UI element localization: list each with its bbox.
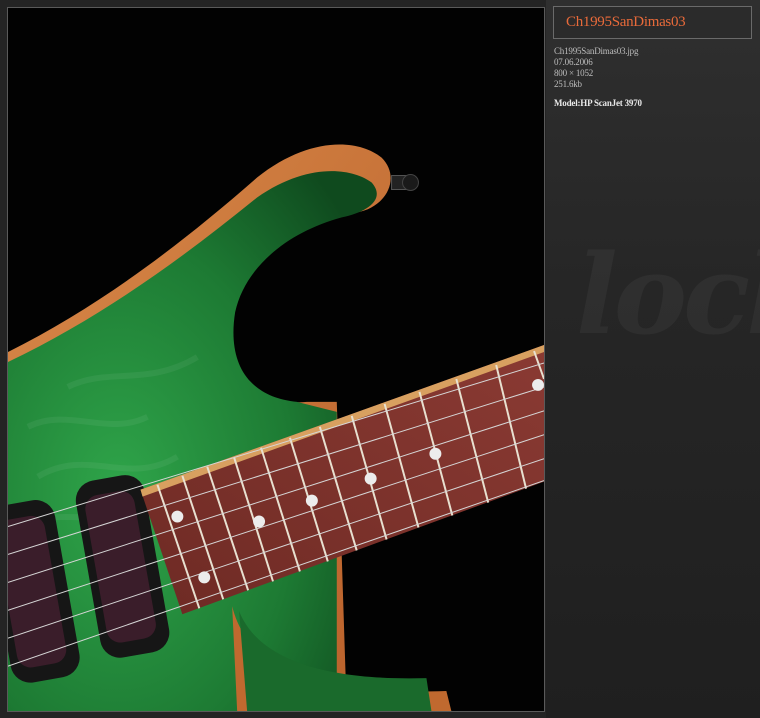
photo-frame[interactable] xyxy=(7,7,545,712)
info-sidebar: lock Ch1995SanDimas03 Ch1995SanDimas03.j… xyxy=(546,0,760,718)
file-size: 251.6kb xyxy=(554,79,582,89)
watermark-logo: lock xyxy=(576,230,760,359)
camera-model: Model:HP ScanJet 3970 xyxy=(554,98,642,108)
image-title: Ch1995SanDimas03 xyxy=(566,14,686,30)
file-date: 07.06.2006 xyxy=(554,57,593,67)
file-name: Ch1995SanDimas03.jpg xyxy=(554,46,639,56)
image-dimensions: 800 × 1052 xyxy=(554,68,594,78)
image-title-box: Ch1995SanDimas03 xyxy=(553,6,752,39)
image-metadata: Ch1995SanDimas03.jpg 07.06.2006 800 × 10… xyxy=(554,46,638,90)
guitar-image xyxy=(8,8,544,711)
